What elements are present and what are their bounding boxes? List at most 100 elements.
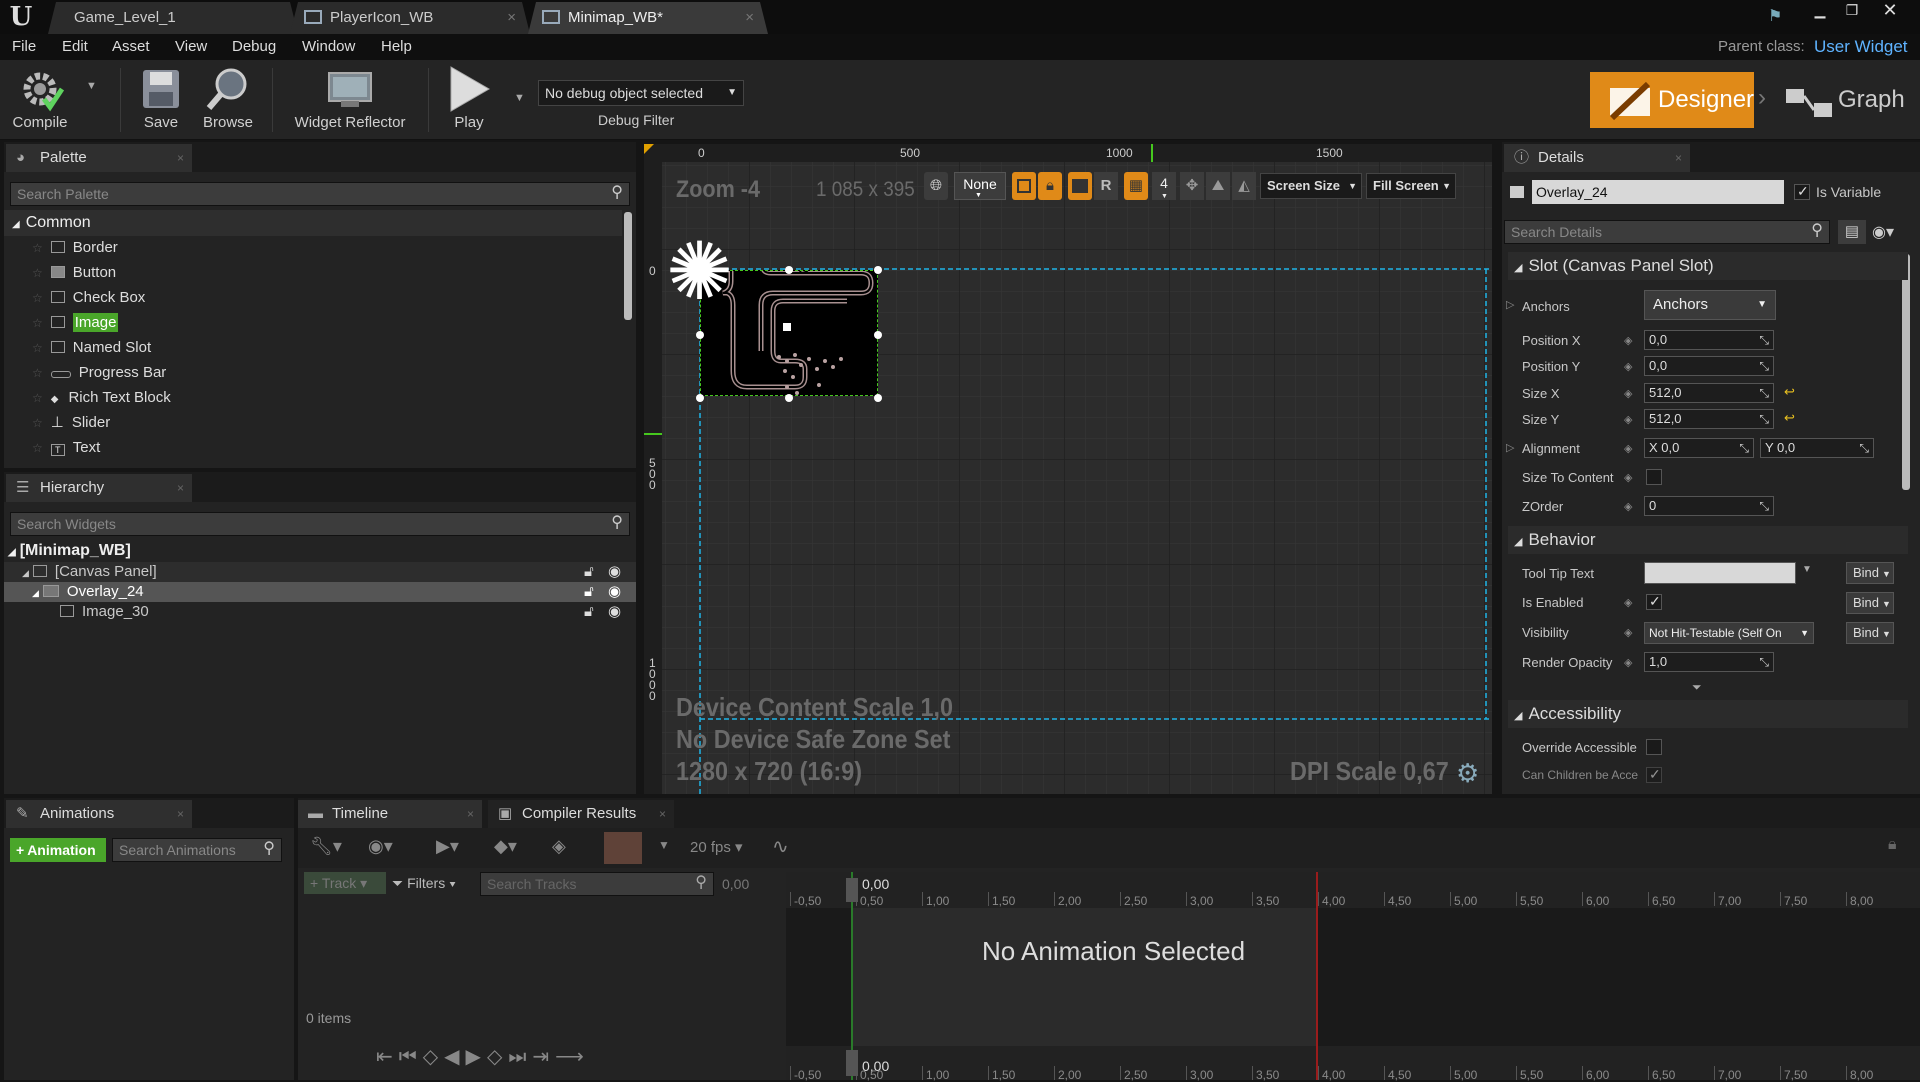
close-tab-icon[interactable]: × [177, 800, 184, 828]
step-forward-icon[interactable]: ⏭ [508, 1046, 532, 1068]
resize-handle[interactable] [696, 331, 704, 339]
visibility-eye-icon[interactable]: ◉ [608, 602, 621, 622]
reset-diamond-icon[interactable]: ◈ [1624, 442, 1632, 455]
debug-object-dropdown[interactable]: No debug object selected ▼ [538, 80, 744, 106]
reset-diamond-icon[interactable]: ◈ [1624, 596, 1632, 609]
wrench-icon[interactable]: 🔧︎▾ [310, 836, 342, 857]
next-key-icon[interactable]: ◇ [487, 1046, 508, 1068]
tooltip-input[interactable] [1644, 562, 1796, 584]
palette-item-rich-text-block[interactable]: ☆ ◆ Rich Text Block [32, 386, 171, 410]
star-icon[interactable]: ☆ [32, 366, 43, 380]
play-forward-icon[interactable]: ▶ [466, 1046, 487, 1068]
close-tab-icon[interactable]: × [507, 2, 516, 34]
flip-icon[interactable]: ◭ [1232, 172, 1256, 200]
fps-dropdown[interactable]: 20 fps ▾ [690, 838, 743, 856]
reset-diamond-icon[interactable]: ◈ [1624, 413, 1632, 426]
is-variable-checkbox[interactable] [1794, 183, 1810, 200]
play-options-arrow-icon[interactable]: ▼ [514, 92, 525, 104]
step-back-icon[interactable]: ⏮ [399, 1046, 423, 1068]
is-enabled-checkbox[interactable] [1646, 593, 1662, 610]
property-matrix-icon[interactable]: ▤ [1838, 220, 1866, 244]
visibility-dropdown[interactable]: Not Hit-Testable (Self On ▼ [1644, 622, 1814, 644]
size-x-input[interactable]: 512,0 [1644, 383, 1774, 403]
visibility-bind-button[interactable]: Bind ▼ [1846, 622, 1894, 644]
reset-diamond-icon[interactable]: ◈ [1624, 471, 1632, 484]
palette-item-named-slot[interactable]: ☆ Named Slot [32, 336, 151, 360]
reset-diamond-icon[interactable]: ◈ [1624, 334, 1632, 347]
timeline-tab[interactable]: ▬ Timeline × [298, 800, 482, 828]
palette-item-text[interactable]: ☆ T Text [32, 436, 100, 460]
screen-size-dropdown[interactable]: Screen Size ▼ [1260, 173, 1362, 199]
eye-options-icon[interactable]: ◉▾ [368, 836, 393, 857]
lock-icon[interactable]: 🔓︎ [584, 602, 594, 622]
star-icon[interactable]: ☆ [32, 441, 43, 455]
alignment-x-input[interactable]: X 0,0 [1644, 438, 1754, 458]
hierarchy-root[interactable]: ◢ [Minimap_WB] [8, 540, 131, 564]
hierarchy-tab[interactable]: ☰ Hierarchy × [6, 474, 192, 502]
background-image-icon[interactable]: ⛰ [1206, 172, 1230, 200]
curve-editor-icon[interactable]: ∿ [772, 834, 789, 859]
palette-tab[interactable]: ◕ Palette × [6, 144, 192, 172]
source-control-icon[interactable]: ⚑ [1768, 6, 1782, 26]
grid-size-dropdown[interactable]: 4 ▼ [1152, 172, 1176, 200]
tracks-search-input[interactable]: Search Tracks ⚲ [480, 872, 714, 896]
override-accessible-checkbox[interactable] [1646, 739, 1662, 755]
close-tab-icon[interactable]: × [177, 474, 184, 502]
palette-scrollbar[interactable] [624, 212, 632, 320]
expand-arrow-icon[interactable]: ▷ [1506, 298, 1514, 311]
animations-tab[interactable]: ✎ Animations × [6, 800, 192, 828]
chevron-down-icon[interactable]: ▼ [658, 838, 670, 852]
resize-handle[interactable] [874, 266, 882, 274]
palette-item-image[interactable]: ☆ Image [32, 311, 119, 335]
tab-game-level[interactable]: Game_Level_1 [48, 2, 298, 34]
anchor-flower-icon[interactable]: ✺ [666, 232, 733, 312]
pan-tool-icon[interactable]: ✥ [1180, 172, 1204, 200]
position-x-input[interactable]: 0,0 [1644, 330, 1774, 350]
resize-handle[interactable] [785, 394, 793, 402]
filters-button[interactable]: ⏷ Filters ▾ [392, 872, 472, 894]
reset-diamond-icon[interactable]: ◈ [1624, 387, 1632, 400]
resize-handle[interactable] [874, 394, 882, 402]
slot-section-header[interactable]: ◢ Slot (Canvas Panel Slot) [1508, 252, 1908, 280]
alignment-y-input[interactable]: Y 0,0 [1760, 438, 1874, 458]
close-window-button[interactable]: ✕ [1876, 0, 1904, 20]
palette-search-input[interactable]: Search Palette ⚲ [10, 182, 630, 206]
expand-arrow-icon[interactable]: ▷ [1506, 441, 1514, 454]
minimize-button[interactable]: ▁ [1806, 0, 1834, 20]
start-range-marker[interactable] [851, 872, 853, 1080]
current-time-value[interactable]: 0,00 [722, 876, 749, 892]
reset-to-default-arrow-icon[interactable]: ↩ [1784, 410, 1795, 426]
palette-item-progress-bar[interactable]: ☆ Progress Bar [32, 361, 166, 385]
dpi-settings-gear-icon[interactable]: ⚙ [1456, 758, 1479, 789]
add-track-button[interactable]: + Track ▾ [304, 872, 386, 894]
auto-key-toggle[interactable] [604, 832, 642, 864]
tab-minimap-wb[interactable]: Minimap_WB* × [528, 2, 768, 34]
star-icon[interactable]: ☆ [32, 416, 43, 430]
hierarchy-item-canvas-panel[interactable]: ◢ [Canvas Panel] 🔓︎ ◉ [4, 562, 636, 582]
menu-view[interactable]: View [175, 34, 207, 60]
parent-class-link[interactable]: User Widget [1814, 34, 1908, 60]
lock-icon[interactable]: 🔒︎ [1888, 836, 1897, 854]
jump-to-end-icon[interactable]: ⇥ [532, 1046, 555, 1068]
tag-icon[interactable]: ◈ [552, 836, 566, 857]
animations-search-input[interactable]: Search Animations ⚲ [112, 838, 282, 862]
star-icon[interactable]: ☆ [32, 241, 43, 255]
fill-screen-dropdown[interactable]: Fill Screen ▼ [1366, 173, 1456, 199]
menu-help[interactable]: Help [381, 34, 412, 60]
loop-icon[interactable]: ⟶ [555, 1046, 590, 1068]
restore-button[interactable]: ❐ [1838, 0, 1866, 20]
hierarchy-item-overlay[interactable]: ◢ Overlay_24 🔓︎ ◉ [4, 582, 636, 602]
palette-item-slider[interactable]: ☆ ⊥ Slider [32, 411, 110, 435]
graph-mode-button[interactable]: Graph [1780, 72, 1910, 128]
palette-category-common[interactable]: ◢ Common [4, 210, 622, 236]
details-search-input[interactable]: Search Details ⚲ [1504, 220, 1830, 244]
key-options-icon[interactable]: ◆▾ [494, 836, 517, 857]
reset-diamond-icon[interactable]: ◈ [1624, 360, 1632, 373]
reverse-icon[interactable]: ◀ [444, 1046, 465, 1068]
designer-mode-button[interactable]: Designer [1590, 72, 1754, 128]
widget-reflector-button[interactable]: Widget Reflector [286, 64, 414, 138]
accessibility-section-header[interactable]: ◢ Accessibility [1508, 700, 1908, 728]
anchors-dropdown[interactable]: Anchors ▼ [1644, 290, 1776, 320]
respect-locks-toggle[interactable] [1012, 172, 1036, 200]
lock-icon[interactable]: 🔓︎ [584, 582, 594, 602]
